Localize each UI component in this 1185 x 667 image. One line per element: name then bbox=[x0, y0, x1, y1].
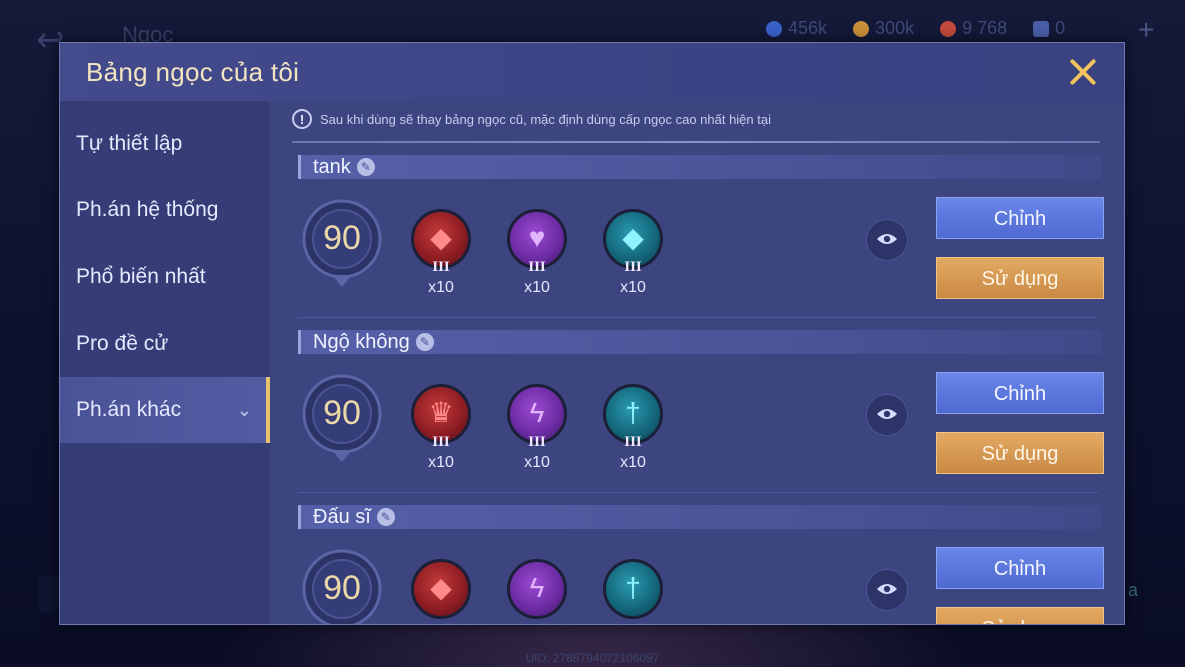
resource-diamond: 456k bbox=[766, 18, 827, 39]
rune-slot-purple[interactable]: ϟ III x10 bbox=[504, 384, 570, 474]
rune-set-header: Ngộ không ✎ bbox=[298, 330, 1101, 354]
rename-pencil-icon[interactable]: ✎ bbox=[376, 508, 395, 526]
rune-level-badge: 90 bbox=[302, 199, 382, 287]
rune-tier: III bbox=[624, 259, 642, 275]
rune-slot-red[interactable]: ◆ bbox=[408, 559, 474, 624]
resource-value: 300k bbox=[875, 18, 915, 38]
coin-icon bbox=[853, 20, 870, 37]
edit-button[interactable]: Chỉnh bbox=[936, 372, 1104, 414]
rune-tier: III bbox=[432, 434, 450, 450]
preview-eye-button[interactable] bbox=[866, 569, 908, 611]
divider bbox=[298, 492, 1098, 493]
preview-eye-button[interactable] bbox=[866, 219, 908, 261]
divider bbox=[292, 141, 1100, 143]
preview-eye-button[interactable] bbox=[866, 394, 908, 436]
rune-sets-list[interactable]: ! Sau khi dùng sẽ thay bảng ngọc cũ, mặc… bbox=[270, 101, 1124, 624]
eye-icon bbox=[877, 409, 897, 419]
notice-banner: ! Sau khi dùng sẽ thay bảng ngọc cũ, mặc… bbox=[292, 109, 771, 129]
dialog-title: Bảng ngọc của tôi bbox=[86, 57, 300, 87]
sidebar-item-other[interactable]: Ph.án khác ⌄ bbox=[60, 377, 270, 443]
resource-ticket: 0 bbox=[1033, 18, 1065, 39]
ticket-icon bbox=[1033, 20, 1050, 37]
background-text: a bbox=[1128, 580, 1139, 600]
rune-set-header: tank ✎ bbox=[298, 155, 1101, 179]
resource-voucher: 9 768 bbox=[940, 18, 1007, 39]
rename-pencil-icon[interactable]: ✎ bbox=[415, 333, 434, 351]
rune-set-header: Đấu sĩ ✎ bbox=[298, 505, 1101, 529]
edit-button[interactable]: Chỉnh bbox=[936, 547, 1104, 589]
eye-icon bbox=[877, 584, 897, 594]
rune-quantity: x10 bbox=[428, 454, 454, 471]
rune-set-name: Ngộ không bbox=[313, 330, 410, 353]
close-icon[interactable] bbox=[1064, 53, 1102, 91]
rune-quantity: x10 bbox=[524, 279, 550, 296]
category-sidebar: Tự thiết lập Ph.án hệ thống Phổ biến nhấ… bbox=[60, 101, 270, 624]
resource-value: 0 bbox=[1055, 18, 1066, 38]
chevron-down-icon: ⌄ bbox=[236, 400, 252, 420]
sidebar-item-popular[interactable]: Phổ biến nhất bbox=[60, 244, 270, 310]
dialog-header: Bảng ngọc của tôi bbox=[60, 43, 1124, 101]
rune-slot-purple[interactable]: ϟ bbox=[504, 559, 570, 624]
voucher-icon bbox=[940, 20, 957, 37]
rune-tier: III bbox=[432, 259, 450, 275]
rune-slot-teal[interactable]: † bbox=[600, 559, 666, 624]
rune-quantity: x10 bbox=[620, 454, 646, 471]
use-button[interactable]: Sử dụng bbox=[936, 607, 1104, 624]
resource-value: 9 768 bbox=[962, 18, 1008, 38]
rune-set-card: Ngộ không ✎ 90 ♛ III x10 ϟ III x10 † III… bbox=[270, 330, 1124, 505]
rune-slot-purple[interactable]: ♥ III x10 bbox=[504, 209, 570, 299]
rune-quantity: x10 bbox=[428, 279, 454, 296]
rune-level-value: 90 bbox=[323, 219, 361, 257]
rune-set-name: Đấu sĩ bbox=[313, 505, 371, 528]
rune-set-card: tank ✎ 90 ◆ III x10 ♥ III x10 ◆ III x10 … bbox=[270, 155, 1124, 330]
sidebar-item-label: Phổ biến nhất bbox=[76, 265, 206, 288]
add-resource-button[interactable]: + bbox=[1138, 14, 1154, 46]
rune-quantity: x10 bbox=[620, 279, 646, 296]
use-button[interactable]: Sử dụng bbox=[936, 432, 1104, 474]
sidebar-item-label: Ph.án khác bbox=[76, 398, 182, 421]
rune-tier: III bbox=[528, 259, 546, 275]
diamond-icon bbox=[766, 20, 782, 37]
rune-slot-teal[interactable]: † III x10 bbox=[600, 384, 666, 474]
rune-slot-teal[interactable]: ◆ III x10 bbox=[600, 209, 666, 299]
purple-lightning-icon: ϟ bbox=[529, 572, 545, 603]
rune-set-card: Đấu sĩ ✎ 90 ◆ ϟ † Chỉnh bbox=[270, 505, 1124, 624]
sidebar-item-custom[interactable]: Tự thiết lập bbox=[60, 111, 270, 177]
sidebar-item-label: Tự thiết lập bbox=[76, 132, 183, 155]
resource-coin: 300k bbox=[853, 18, 914, 39]
sidebar-item-system[interactable]: Ph.án hệ thống bbox=[60, 177, 270, 243]
rename-pencil-icon[interactable]: ✎ bbox=[356, 158, 375, 176]
rune-tier: III bbox=[624, 434, 642, 450]
rune-level-badge: 90 bbox=[302, 549, 382, 624]
notice-text: Sau khi dùng sẽ thay bảng ngọc cũ, mặc đ… bbox=[320, 111, 771, 127]
rune-level-badge: 90 bbox=[302, 374, 382, 462]
rune-level-value: 90 bbox=[323, 394, 361, 432]
red-crystal-icon: ◆ bbox=[430, 572, 452, 603]
resource-value: 456k bbox=[788, 18, 828, 38]
use-button[interactable]: Sử dụng bbox=[936, 257, 1104, 299]
rune-slot-red[interactable]: ♛ III x10 bbox=[408, 384, 474, 474]
background-panel-edge bbox=[1126, 88, 1152, 130]
warning-icon: ! bbox=[292, 109, 312, 129]
user-id: UID: 2788794072106097 bbox=[525, 651, 660, 665]
sidebar-item-pro[interactable]: Pro đề cử bbox=[60, 311, 270, 377]
divider bbox=[298, 317, 1098, 318]
rune-set-name: tank bbox=[313, 155, 351, 178]
rune-tier: III bbox=[528, 434, 546, 450]
teal-sword-icon: † bbox=[625, 572, 641, 603]
sidebar-item-label: Ph.án hệ thống bbox=[76, 198, 219, 221]
rune-quantity: x10 bbox=[524, 454, 550, 471]
edit-button[interactable]: Chỉnh bbox=[936, 197, 1104, 239]
rune-page-dialog: Bảng ngọc của tôi Tự thiết lập Ph.án hệ … bbox=[59, 42, 1125, 625]
rune-level-value: 90 bbox=[323, 569, 361, 607]
rune-slot-red[interactable]: ◆ III x10 bbox=[408, 209, 474, 299]
sidebar-item-label: Pro đề cử bbox=[76, 332, 169, 355]
resource-bar: 456k 300k 9 768 0 bbox=[766, 18, 1065, 39]
eye-icon bbox=[877, 234, 897, 244]
